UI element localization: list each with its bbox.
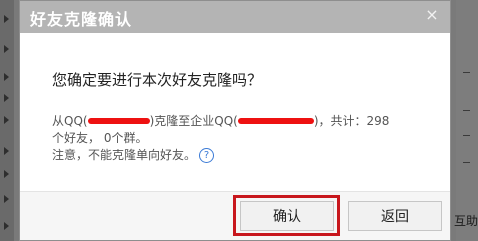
background-text: 互助 <box>453 214 478 228</box>
background-side-panel <box>456 0 478 241</box>
background-divider <box>463 72 470 73</box>
tree-expand-icon <box>4 116 9 124</box>
background-divider <box>463 135 470 136</box>
redacted-source-qq <box>87 117 150 124</box>
tree-expand-icon <box>4 195 9 203</box>
info-line-3: 注意，不能克隆单向好友。? <box>52 147 432 164</box>
info-target-label: )克隆至企业QQ( <box>149 114 238 128</box>
background-divider <box>463 110 470 111</box>
background-tree-panel <box>0 0 14 241</box>
background-divider <box>463 162 470 163</box>
info-source-label: 从QQ( <box>52 114 88 128</box>
tree-expand-icon <box>4 147 9 155</box>
redacted-target-qq <box>237 117 314 124</box>
back-button[interactable]: 返回 <box>348 201 442 231</box>
tree-expand-icon <box>4 94 9 102</box>
confirm-question: 您确定要进行本次好友克隆吗？ <box>52 71 263 89</box>
tree-expand-icon <box>4 222 9 230</box>
info-count: )，共计：298 <box>313 114 390 128</box>
clone-info: 从QQ( )克隆至企业QQ( )，共计：298 个好友， 0个群。 注意，不能克隆单… <box>52 113 432 164</box>
tree-expand-icon <box>4 170 9 178</box>
dialog-footer: 确认 返回 <box>20 191 450 240</box>
dialog-title: 好友克隆确认 <box>30 10 133 29</box>
question-circle-icon[interactable]: ? <box>199 148 215 163</box>
confirm-button[interactable]: 确认 <box>240 201 334 231</box>
info-note: 注意，不能克隆单向好友。 <box>52 148 197 162</box>
close-icon[interactable]: × <box>423 6 441 24</box>
tree-expand-icon <box>4 73 9 81</box>
info-line-1: 从QQ( )克隆至企业QQ( )，共计：298 <box>52 113 432 130</box>
tree-expand-icon <box>4 15 9 23</box>
dialog-header: 好友克隆确认 × <box>20 1 450 33</box>
clone-confirm-dialog: 好友克隆确认 × 您确定要进行本次好友克隆吗？ 从QQ( )克隆至企业QQ( )，共… <box>19 0 451 241</box>
info-line-2: 个好友， 0个群。 <box>52 131 148 145</box>
tree-expand-icon <box>4 45 9 53</box>
